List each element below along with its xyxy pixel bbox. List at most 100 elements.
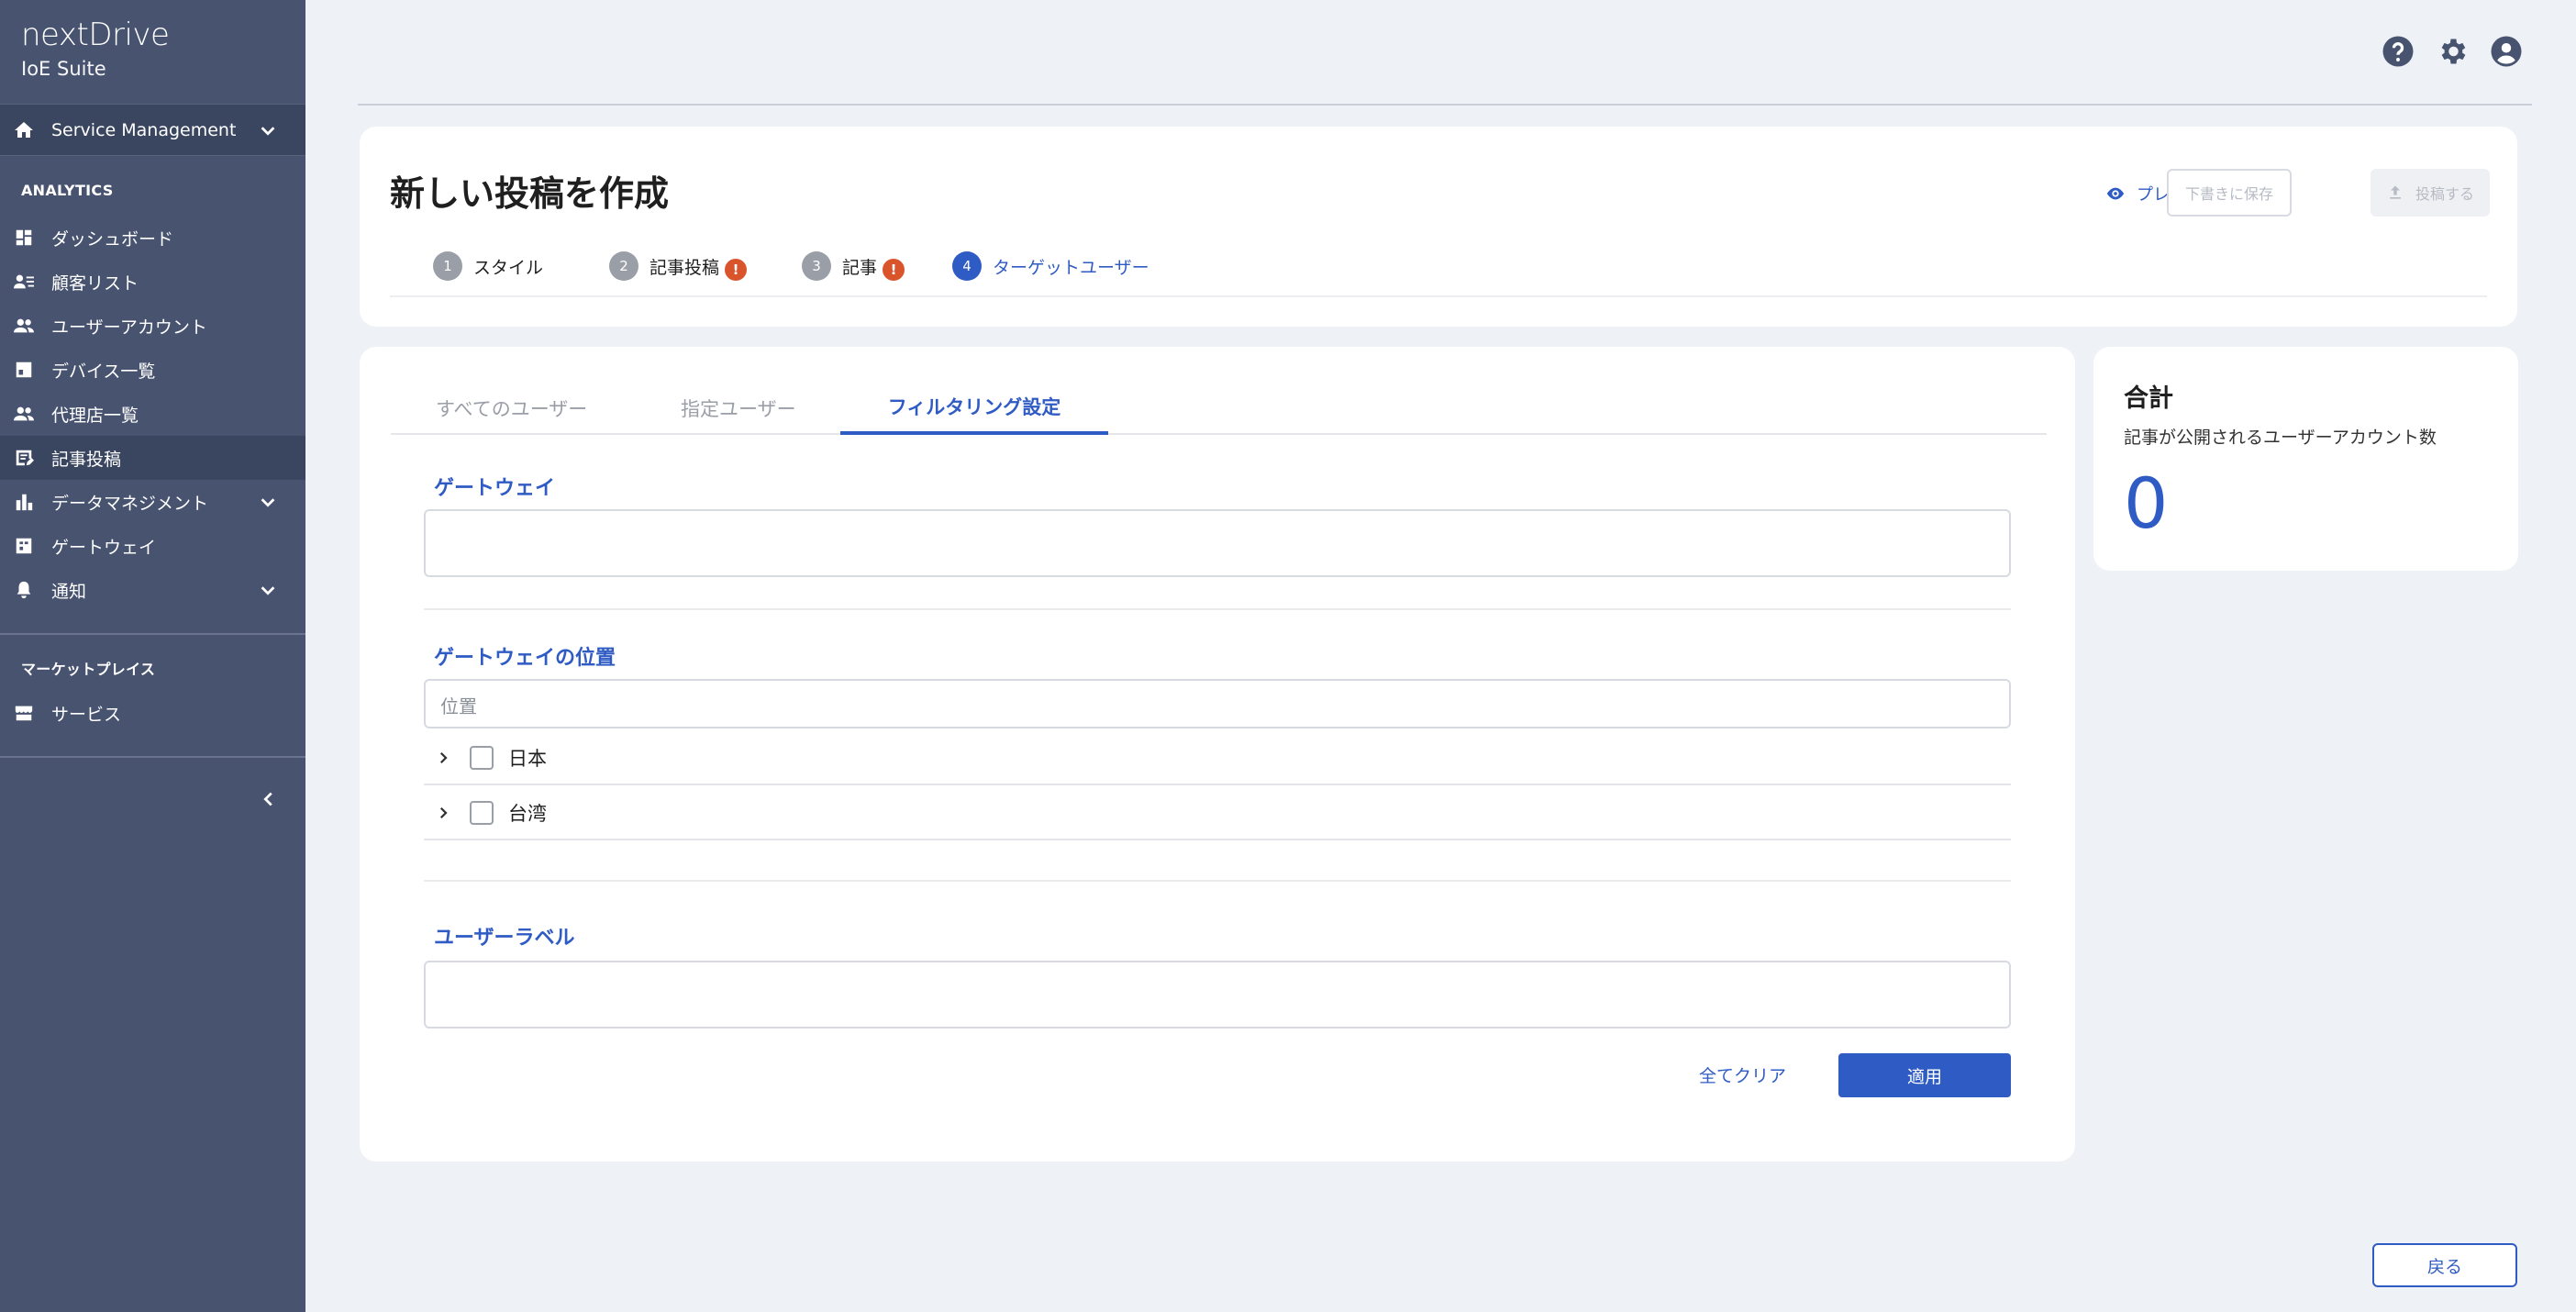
sidebar-item-devices[interactable]: デバイス一覧: [0, 348, 305, 392]
section-divider: [424, 880, 2011, 882]
apply-button[interactable]: 適用: [1838, 1053, 2011, 1097]
sidebar-divider: [0, 633, 305, 635]
gateway-input[interactable]: [424, 509, 2011, 577]
location-label: 日本: [508, 748, 547, 770]
chevron-right-icon[interactable]: [435, 805, 451, 821]
sidebar-item-label: 記事投稿: [51, 449, 122, 470]
tab-all-users[interactable]: すべてのユーザー: [436, 382, 587, 435]
user-label-input[interactable]: [424, 961, 2011, 1028]
warning-icon: !: [883, 259, 905, 281]
analytics-section-title: ANALYTICS: [21, 182, 114, 199]
step-number: 4: [952, 251, 982, 281]
sidebar-item-agencies[interactable]: 代理店一覧: [0, 392, 305, 436]
stepper: 1 スタイル 2 記事投稿 ! 3 記事 ! 4 ターゲットユーザー: [433, 251, 1149, 281]
sidebar-item-label: 顧客リスト: [51, 272, 139, 294]
tab-bar: すべてのユーザー 指定ユーザー フィルタリング設定: [391, 382, 2047, 435]
tab-specified-users[interactable]: 指定ユーザー: [681, 382, 796, 435]
publish-label: 投稿する: [2415, 185, 2474, 203]
chevron-right-icon[interactable]: [435, 750, 451, 766]
sidebar-item-label: 代理店一覧: [51, 405, 139, 426]
total-card: 合計 記事が公開されるユーザーアカウント数 0: [2093, 347, 2518, 571]
brand-logo[interactable]: nextDrive IoE Suite: [21, 17, 170, 84]
location-label: 台湾: [508, 803, 547, 825]
collapse-sidebar-icon[interactable]: [259, 789, 279, 809]
bar-chart-icon: [16, 494, 33, 511]
sidebar-item-notifications[interactable]: 通知: [0, 568, 305, 612]
step-label: 記事: [842, 257, 878, 278]
service-management-menu[interactable]: Service Management: [0, 104, 305, 156]
contacts-list-icon: [14, 274, 34, 289]
agency-icon: [14, 406, 34, 421]
location-checkbox[interactable]: [470, 746, 494, 770]
sidebar-item-customer-list[interactable]: 顧客リスト: [0, 260, 305, 304]
step-number: 2: [609, 251, 638, 281]
tab-filter-settings[interactable]: フィルタリング設定: [840, 382, 1108, 435]
upload-icon: [2390, 185, 2401, 199]
post-header-card: 新しい投稿を作成 プレビュー 下書きに保存 投稿する 1 スタイル 2 記事投稿…: [360, 127, 2517, 327]
step-target-users[interactable]: 4 ターゲットユーザー: [952, 251, 1149, 281]
bell-icon: [17, 581, 31, 599]
step-label: 記事投稿: [650, 257, 720, 278]
sidebar-item-services[interactable]: サービス: [0, 691, 305, 735]
brand-subtitle: IoE Suite: [21, 58, 106, 80]
step-article-post[interactable]: 2 記事投稿 !: [609, 251, 802, 281]
sidebar-item-label: データマネジメント: [51, 493, 209, 514]
section-divider: [424, 608, 2011, 610]
sidebar-item-label: ダッシュボード: [51, 228, 174, 250]
warning-icon: !: [725, 259, 748, 281]
step-number: 1: [433, 251, 462, 281]
account-icon[interactable]: [2490, 35, 2523, 68]
stepper-divider: [390, 295, 2487, 297]
sidebar-item-label: 通知: [51, 581, 87, 602]
location-tree-item: 日本: [424, 732, 2011, 785]
total-count: 0: [2124, 462, 2169, 544]
step-style[interactable]: 1 スタイル: [433, 251, 609, 281]
step-article[interactable]: 3 記事 !: [802, 251, 952, 281]
save-draft-label: 下書きに保存: [2184, 185, 2273, 203]
sidebar-item-label: サービス: [51, 704, 122, 725]
gateway-label: ゲートウェイ: [434, 477, 556, 500]
sidebar-item-user-accounts[interactable]: ユーザーアカウント: [0, 304, 305, 348]
target-users-card: すべてのユーザー 指定ユーザー フィルタリング設定 ゲートウェイ ゲートウェイの…: [360, 347, 2075, 1162]
step-label: ターゲットユーザー: [993, 257, 1149, 278]
gateway-icon: [16, 538, 32, 554]
service-management-label: Service Management: [51, 119, 237, 140]
chevron-down-icon: [261, 126, 275, 136]
people-icon: [14, 318, 34, 333]
step-label: スタイル: [473, 257, 544, 278]
home-icon: [15, 121, 33, 138]
sidebar-item-label: デバイス一覧: [51, 361, 156, 382]
chevron-down-icon: [261, 498, 275, 507]
sidebar-item-label: ゲートウェイ: [51, 537, 157, 558]
location-checkbox[interactable]: [470, 801, 494, 825]
total-title: 合計: [2124, 384, 2173, 413]
back-button[interactable]: 戻る: [2372, 1243, 2517, 1287]
device-icon: [16, 361, 32, 378]
sidebar: nextDrive IoE Suite Service Management A…: [0, 0, 305, 1312]
article-edit-icon: [16, 450, 34, 466]
marketplace-section-title: マーケットプレイス: [21, 661, 156, 678]
header-divider: [358, 104, 2532, 106]
sidebar-item-gateway[interactable]: ゲートウェイ: [0, 524, 305, 568]
total-subtitle: 記事が公開されるユーザーアカウント数: [2124, 428, 2437, 448]
location-tree-item: 台湾: [424, 787, 2011, 840]
user-label-label: ユーザーラベル: [434, 927, 575, 950]
step-number: 3: [802, 251, 831, 281]
gear-icon[interactable]: [2436, 35, 2469, 68]
page-title: 新しい投稿を作成: [390, 173, 670, 214]
clear-all-button[interactable]: 全てクリア: [1699, 1062, 1786, 1087]
chevron-down-icon: [261, 586, 275, 595]
sidebar-divider: [0, 756, 305, 758]
save-draft-button[interactable]: 下書きに保存: [2167, 169, 2292, 217]
location-search-input[interactable]: 位置: [424, 679, 2011, 728]
sidebar-item-label: ユーザーアカウント: [51, 317, 207, 338]
store-icon: [15, 706, 33, 721]
gateway-location-label: ゲートウェイの位置: [434, 647, 616, 670]
sidebar-item-article-posting[interactable]: 記事投稿: [0, 436, 305, 480]
dashboard-icon: [16, 229, 32, 246]
sidebar-item-data-management[interactable]: データマネジメント: [0, 480, 305, 524]
brand-name: nextDrive: [21, 17, 170, 53]
sidebar-item-dashboard[interactable]: ダッシュボード: [0, 216, 305, 260]
help-icon[interactable]: [2382, 35, 2415, 68]
publish-button[interactable]: 投稿する: [2371, 169, 2490, 217]
